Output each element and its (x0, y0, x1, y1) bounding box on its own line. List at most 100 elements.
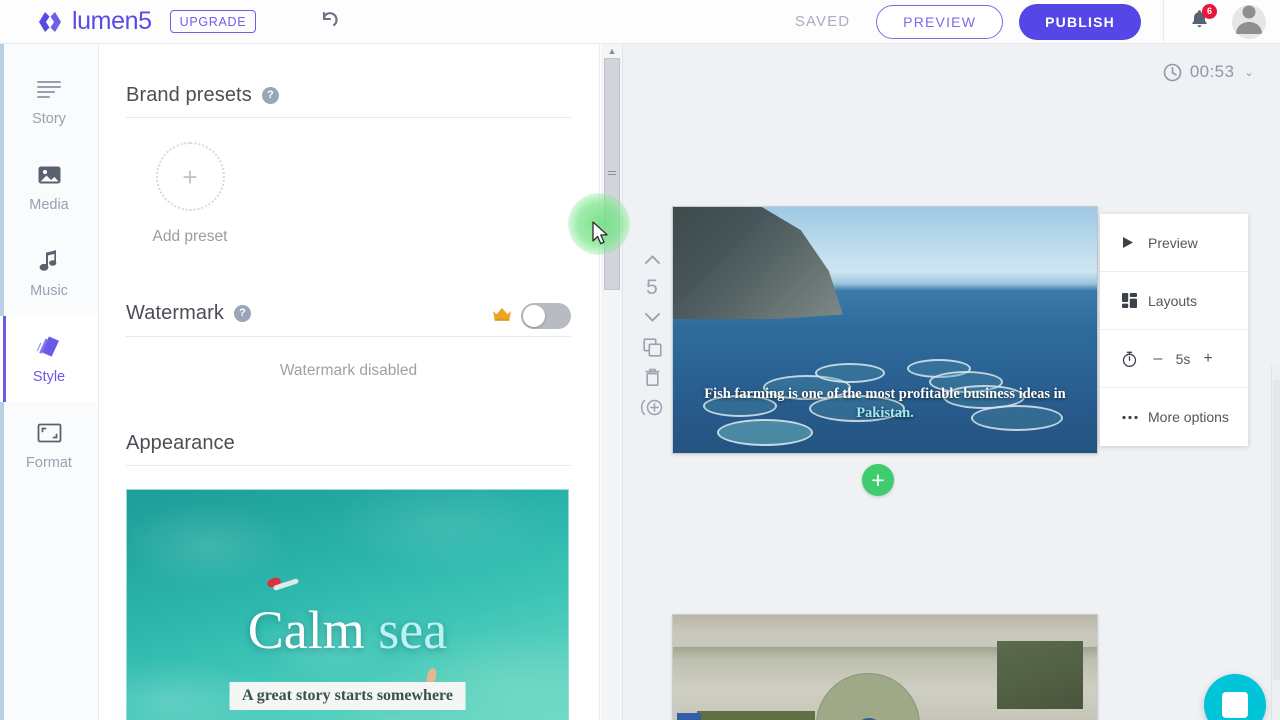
blue-building (677, 713, 701, 720)
style-settings-panel: Brand presets ? + Add preset Watermark ? (99, 44, 600, 720)
story-lines-icon (36, 76, 62, 102)
green-field (697, 711, 815, 720)
plus-icon: + (182, 161, 198, 192)
sidebar-item-label: Format (26, 454, 72, 471)
stopwatch-icon (1122, 351, 1148, 367)
fish-pen (815, 363, 885, 383)
preview-title-word2: sea (378, 600, 448, 660)
saved-status: SAVED (794, 13, 851, 30)
page-scrollbar-thumb[interactable] (1273, 380, 1280, 680)
lumen5-logo-icon (36, 8, 64, 36)
scene-duplicate-button[interactable] (637, 332, 667, 362)
format-crop-icon (37, 420, 62, 446)
ellipsis-icon (1122, 415, 1148, 420)
preview-title-word1: Calm (247, 600, 365, 660)
caption-highlight: Pakistan. (856, 404, 914, 421)
scene-controls-5: 5 (630, 244, 674, 422)
sidebar-item-label: Media (29, 196, 69, 213)
premium-crown-icon (492, 307, 512, 325)
scene-caption: Fish farming is one of the most profitab… (673, 385, 1097, 423)
layouts-grid-icon (1122, 293, 1148, 308)
duration-value: 00:53 (1189, 62, 1235, 81)
preview-button[interactable]: PREVIEW (876, 4, 1004, 39)
undo-button[interactable] (316, 7, 346, 37)
context-menu-item-preview[interactable]: Preview (1100, 214, 1248, 272)
context-menu-label: Layouts (1148, 292, 1198, 309)
scrollbar-thumb-grip (608, 171, 616, 177)
watermark-controls (492, 303, 571, 329)
appearance-header: Appearance (126, 432, 571, 466)
scene-number: 5 (646, 276, 658, 299)
context-menu-item-duration: – 5s + (1100, 330, 1248, 388)
context-menu-item-layouts[interactable]: Layouts (1100, 272, 1248, 330)
scene-context-menu: Preview Layouts – 5s + More options (1100, 214, 1248, 446)
context-menu-label: More options (1148, 409, 1229, 425)
scene-move-up-button[interactable] (637, 244, 667, 274)
duration-increase-button[interactable]: + (1198, 350, 1218, 368)
scrollbar-thumb[interactable] (604, 58, 620, 290)
section-title: Watermark (126, 301, 224, 324)
scene-move-down-button[interactable] (637, 302, 667, 332)
app-header: lumen5 UPGRADE SAVED PREVIEW PUBLISH 6 (0, 0, 1280, 44)
preview-subtitle: A great story starts somewhere (229, 682, 466, 710)
watermark-toggle[interactable] (521, 303, 571, 329)
scene-add-transition-button[interactable] (637, 392, 667, 422)
media-image-icon (37, 162, 62, 188)
watermark-header: Watermark ? (126, 300, 571, 337)
header-actions: SAVED PREVIEW PUBLISH 6 (794, 0, 1280, 44)
sidebar-item-story[interactable]: Story (0, 58, 98, 144)
user-avatar-icon (1232, 5, 1266, 39)
sidebar-item-label: Story (32, 110, 66, 127)
preview-title: Calm sea (127, 603, 568, 657)
notification-badge: 6 (1202, 3, 1217, 19)
panel-scrollbar[interactable]: ▲ (601, 44, 623, 720)
sidebar-item-media[interactable]: Media (0, 144, 98, 230)
scene-duration-stepper: – 5s + (1148, 350, 1218, 368)
play-triangle-icon (1122, 236, 1148, 249)
add-preset-button[interactable]: + Add preset (126, 142, 254, 246)
upgrade-button[interactable]: UPGRADE (169, 9, 257, 34)
appearance-theme-preview[interactable]: Calm sea A great story starts somewhere (126, 489, 569, 720)
watermark-status-text: Watermark disabled (279, 362, 418, 379)
chat-bubble-icon (1222, 692, 1248, 718)
brand-presets-header: Brand presets ? (126, 84, 571, 118)
notification-bell-button[interactable]: 6 (1186, 3, 1217, 35)
scene-card[interactable]: Fish farming is one of the most profitab… (672, 206, 1098, 454)
context-menu-item-more-options[interactable]: More options (1100, 388, 1248, 446)
add-preset-label: Add preset (152, 228, 228, 245)
style-cards-icon (36, 334, 62, 360)
add-scene-button[interactable]: + (862, 464, 894, 496)
left-nav-rail: Story Media Music Style Format (0, 44, 99, 720)
section-title: Brand presets (126, 84, 252, 106)
large-building (997, 641, 1083, 709)
sidebar-item-format[interactable]: Format (0, 402, 98, 488)
page-scrollbar[interactable] (1271, 366, 1280, 720)
scroll-up-arrow-icon[interactable]: ▲ (601, 44, 623, 58)
fish-pen (717, 419, 813, 446)
sidebar-item-style[interactable]: Style (0, 316, 98, 402)
header-divider (1163, 0, 1164, 44)
clock-icon (1163, 63, 1182, 82)
section-title: Appearance (126, 432, 235, 454)
scene-delete-button[interactable] (637, 362, 667, 392)
context-menu-label: Preview (1148, 234, 1198, 251)
duration-value: 5s (1175, 350, 1191, 367)
sidebar-item-label: Style (32, 368, 66, 385)
total-duration-display[interactable]: 00:53 ⌄ (1163, 62, 1254, 82)
music-note-icon (39, 248, 59, 274)
brand-name: lumen5 (72, 7, 152, 35)
user-avatar[interactable] (1232, 4, 1266, 39)
chevron-down-icon[interactable]: ⌄ (1244, 66, 1254, 79)
publish-button[interactable]: PUBLISH (1019, 3, 1141, 40)
sidebar-item-label: Music (30, 282, 68, 299)
add-preset-circle: + (155, 142, 225, 211)
brand-logo[interactable]: lumen5 (36, 7, 152, 36)
caption-main: Fish farming is one of the most profitab… (704, 385, 1066, 402)
help-question-icon[interactable]: ? (233, 304, 251, 322)
help-question-icon[interactable]: ? (261, 87, 279, 104)
undo-icon (320, 10, 342, 33)
lumen5-editor: lumen5 UPGRADE SAVED PREVIEW PUBLISH 6 S… (0, 0, 1280, 720)
sidebar-item-music[interactable]: Music (0, 230, 98, 316)
duration-decrease-button[interactable]: – (1148, 350, 1168, 368)
scene-card[interactable]: A mushroom farming business can be a mea… (672, 614, 1098, 720)
